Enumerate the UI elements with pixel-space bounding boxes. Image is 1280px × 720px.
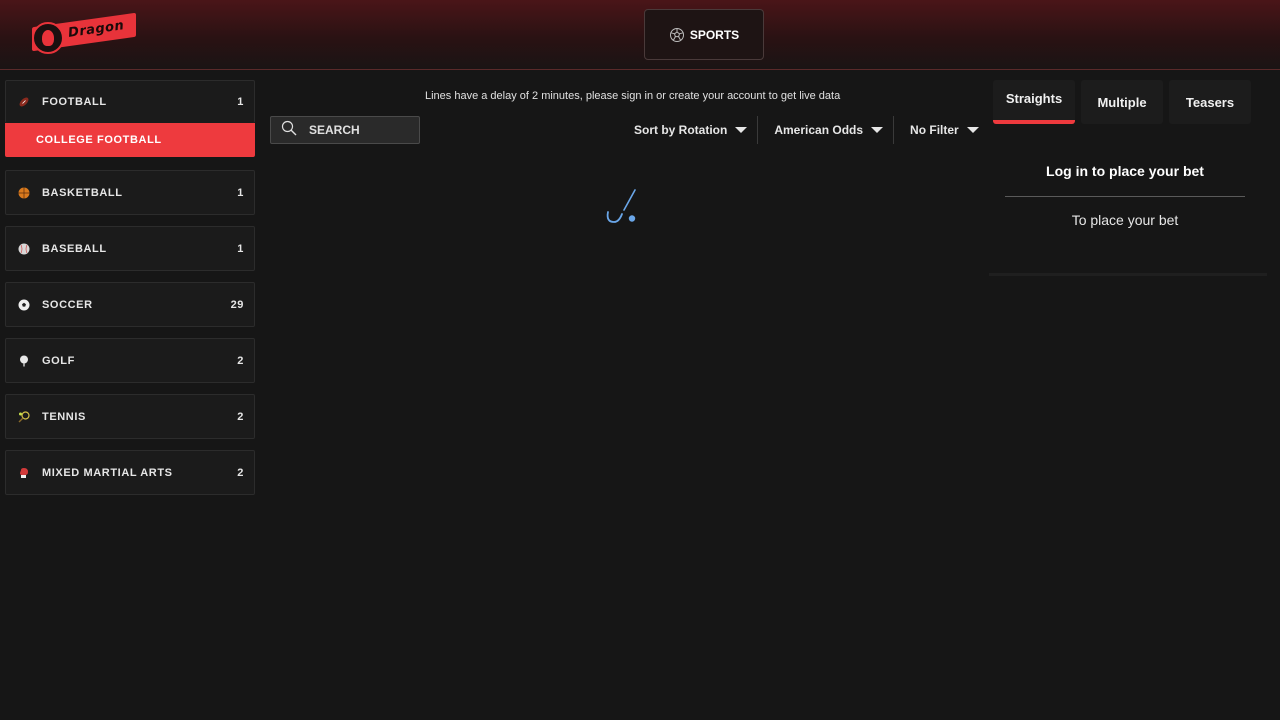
- dragon-logo[interactable]: Dragon: [24, 12, 136, 54]
- sidebar-item-basketball[interactable]: BASKETBALL 1: [5, 170, 255, 215]
- tab-multiple-label: Multiple: [1097, 94, 1147, 110]
- sidebar-item-mma[interactable]: MIXED MARTIAL ARTS 2: [5, 450, 255, 495]
- bet-slip-panel: Log in to place your bet To place your b…: [989, 146, 1267, 276]
- sidebar-item-soccer[interactable]: SOCCER 29: [5, 282, 255, 327]
- loading-spinner-icon: [604, 188, 640, 231]
- soccer-ball-icon: [669, 27, 685, 43]
- bet-slip-login-subtitle: To place your bet: [1071, 212, 1179, 228]
- dragon-badge-icon: [32, 22, 64, 54]
- tab-sports[interactable]: SPORTS: [644, 9, 764, 60]
- sidebar-item-label: GOLF: [42, 354, 75, 367]
- boxing-glove-icon: [18, 467, 30, 479]
- tab-teasers[interactable]: Teasers: [1169, 80, 1251, 124]
- sort-dropdown[interactable]: Sort by Rotation: [622, 116, 757, 144]
- soccer-ball-icon: [18, 299, 30, 311]
- sidebar-item-count: 1: [237, 186, 244, 199]
- sidebar-item-label: BASKETBALL: [42, 186, 123, 199]
- sidebar-item-football[interactable]: FOOTBALL 1: [5, 80, 255, 123]
- caret-down-icon: [966, 127, 979, 133]
- odds-format-dropdown[interactable]: American Odds: [757, 116, 893, 144]
- football-icon: [18, 96, 30, 108]
- caret-down-icon: [735, 127, 748, 133]
- tab-teasers-label: Teasers: [1185, 94, 1235, 110]
- sort-dropdown-label: Sort by Rotation: [634, 123, 728, 137]
- sidebar-item-count: 1: [237, 242, 244, 255]
- search-box[interactable]: [270, 116, 420, 144]
- event-filter-label: No Filter: [910, 123, 959, 137]
- sidebar-item-label: TENNIS: [42, 410, 86, 423]
- top-header: Dragon SPORTS: [0, 0, 1280, 70]
- sports-sidebar: FOOTBALL 1 COLLEGE FOOTBALL BASKETBALL 1…: [5, 80, 255, 506]
- divider: [1005, 196, 1245, 197]
- sidebar-item-count: 2: [237, 410, 244, 423]
- tab-multiple[interactable]: Multiple: [1081, 80, 1163, 124]
- filter-bar: Sort by Rotation American Odds No Filter: [622, 116, 989, 144]
- sidebar-item-label: MIXED MARTIAL ARTS: [42, 466, 173, 479]
- odds-format-label: American Odds: [774, 123, 864, 137]
- tennis-racket-icon: [18, 410, 30, 423]
- baseball-icon: [18, 243, 30, 255]
- sidebar-item-count: 1: [237, 96, 244, 108]
- sidebar-subitem-college-football[interactable]: COLLEGE FOOTBALL: [5, 123, 255, 157]
- sidebar-item-golf[interactable]: GOLF 2: [5, 338, 255, 383]
- sidebar-item-label: SOCCER: [42, 298, 93, 311]
- golf-ball-icon: [18, 355, 30, 367]
- bet-slip-login-title[interactable]: Log in to place your bet: [989, 163, 1261, 179]
- bet-type-tabs: Straights Multiple Teasers: [993, 80, 1251, 124]
- sidebar-item-count: 2: [237, 466, 244, 479]
- sidebar-item-label: FOOTBALL: [42, 96, 107, 108]
- sidebar-item-tennis[interactable]: TENNIS 2: [5, 394, 255, 439]
- caret-down-icon: [871, 127, 884, 133]
- sidebar-item-baseball[interactable]: BASEBALL 1: [5, 226, 255, 271]
- tab-straights-label: Straights: [1005, 90, 1063, 106]
- sidebar-item-count: 29: [230, 298, 244, 311]
- sidebar-item-count: 2: [237, 354, 244, 367]
- tab-sports-label: SPORTS: [689, 27, 740, 42]
- sidebar-item-label: BASEBALL: [42, 242, 107, 255]
- event-filter-dropdown[interactable]: No Filter: [893, 116, 989, 144]
- search-input[interactable]: [309, 123, 409, 137]
- search-icon: [281, 120, 297, 141]
- live-data-notice: Lines have a delay of 2 minutes, please …: [425, 90, 841, 102]
- sidebar-subitem-label: COLLEGE FOOTBALL: [36, 134, 162, 146]
- basketball-icon: [18, 187, 30, 199]
- tab-straights[interactable]: Straights: [993, 80, 1075, 124]
